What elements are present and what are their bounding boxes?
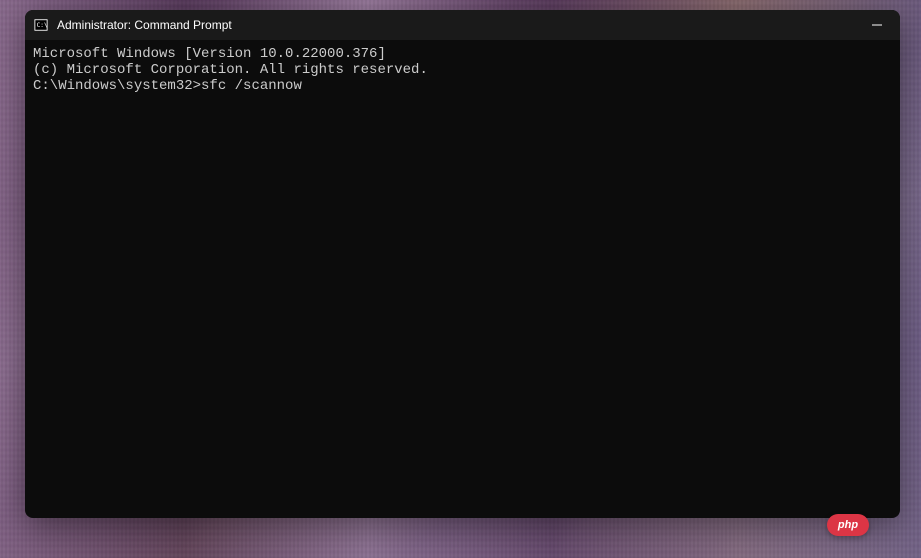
terminal-line: (c) Microsoft Corporation. All rights re…: [33, 62, 892, 78]
command-prompt-window: C:\ Administrator: Command Prompt Micros…: [25, 10, 900, 518]
minimize-button[interactable]: [854, 10, 900, 40]
php-watermark: php: [827, 514, 869, 536]
svg-text:C:\: C:\: [37, 22, 48, 29]
terminal-command: sfc /scannow: [201, 78, 302, 94]
terminal-line: Microsoft Windows [Version 10.0.22000.37…: [33, 46, 892, 62]
titlebar[interactable]: C:\ Administrator: Command Prompt: [25, 10, 900, 40]
terminal-output[interactable]: Microsoft Windows [Version 10.0.22000.37…: [25, 40, 900, 100]
terminal-prompt: C:\Windows\system32>: [33, 78, 201, 94]
watermark-text: php: [838, 519, 858, 531]
cmd-icon: C:\: [33, 17, 49, 33]
window-title: Administrator: Command Prompt: [57, 18, 232, 32]
window-controls: [854, 10, 900, 40]
